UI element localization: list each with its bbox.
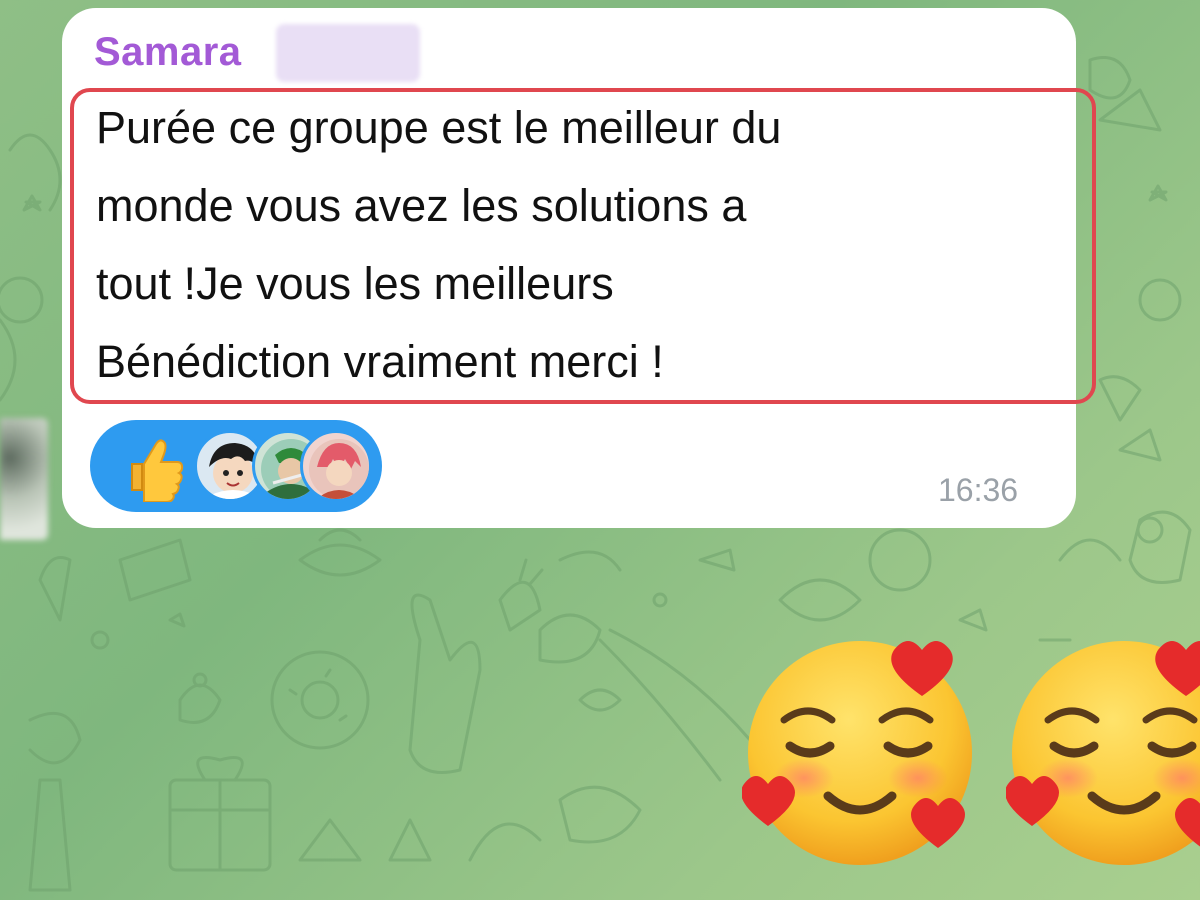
message-text-line-2: monde vous avez les solutions a <box>96 180 747 231</box>
message-text-line-3: tout !Je vous les meilleurs <box>96 258 614 309</box>
smiling-face-with-hearts-icon[interactable] <box>1006 628 1200 878</box>
message-text-line-1: Purée ce groupe est le meilleur du <box>96 102 782 153</box>
smiling-face-with-hearts-icon[interactable] <box>742 628 992 878</box>
sender-name[interactable]: Samara <box>94 30 242 75</box>
redacted-surname <box>276 24 420 82</box>
message-timestamp: 16:36 <box>938 472 1019 508</box>
sender-avatar[interactable] <box>0 418 48 540</box>
message-text-line-4: Bénédiction vraiment merci ! <box>96 336 664 387</box>
thumbs-up-icon[interactable] <box>118 430 190 502</box>
reactor-avatar-3[interactable] <box>300 430 372 502</box>
